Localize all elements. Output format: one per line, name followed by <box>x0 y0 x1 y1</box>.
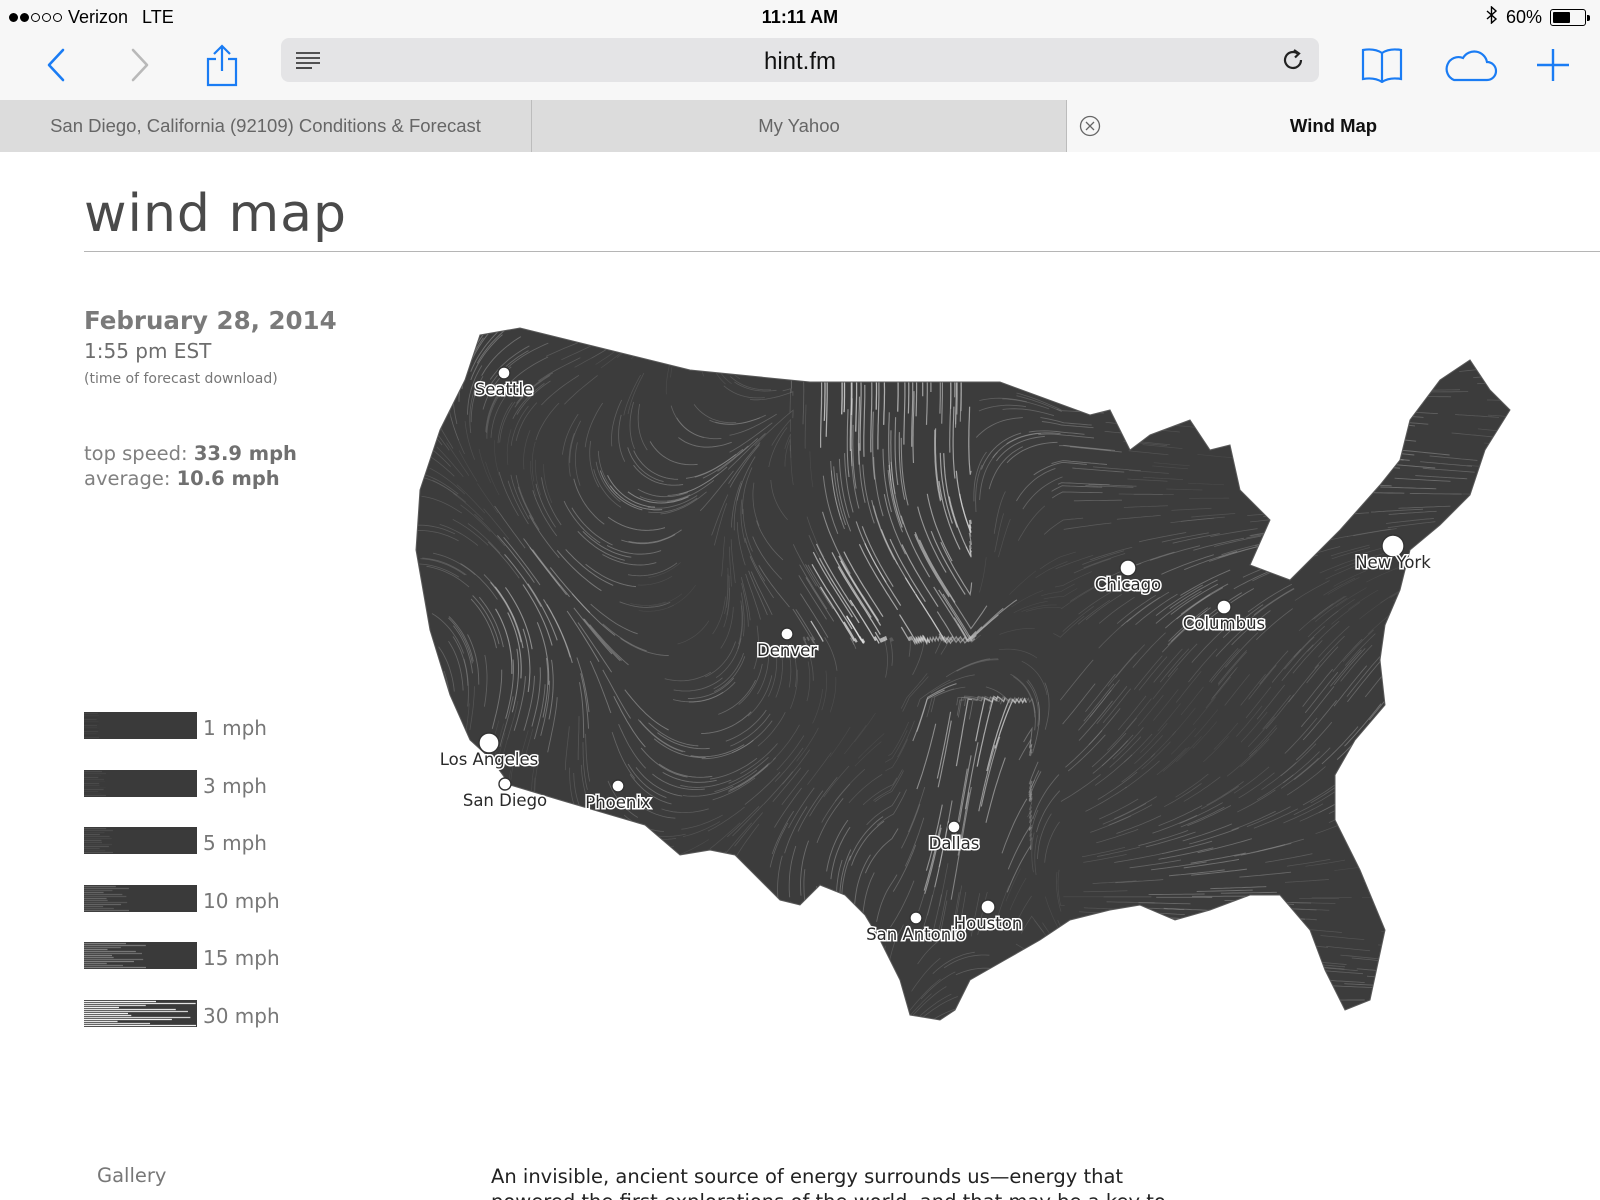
city-label: Dallas <box>929 834 980 853</box>
legend-label: 30 mph <box>203 1003 280 1028</box>
city-label: Chicago <box>1095 575 1161 594</box>
city-label: Seattle <box>475 380 533 399</box>
tab-my-yahoo[interactable]: My Yahoo <box>532 100 1067 152</box>
legend-row: 3 mph <box>84 769 324 800</box>
close-tab-icon[interactable] <box>1079 115 1101 142</box>
forecast-info: February 28, 2014 1:55 pm EST (time of f… <box>84 306 338 387</box>
legend-swatch <box>84 884 197 912</box>
legend-label: 10 mph <box>203 888 280 913</box>
browser-toolbar: hint.fm <box>0 34 1600 100</box>
city-dot <box>980 899 996 915</box>
tab-label: My Yahoo <box>758 115 840 136</box>
tab-label: San Diego, California (92109) Conditions… <box>50 115 481 136</box>
status-time: 11:11 AM <box>761 7 839 27</box>
legend-label: 1 mph <box>203 716 267 740</box>
city-label: San Diego <box>463 791 547 810</box>
legend-row: 10 mph <box>84 884 324 915</box>
city-label: New York <box>1355 553 1431 572</box>
city-dot <box>1119 559 1137 577</box>
legend-row: 15 mph <box>84 942 324 972</box>
status-bar: Verizon LTE 11:11 AM 60% <box>0 0 1600 34</box>
forecast-time-note: (time of forecast download) <box>84 371 278 387</box>
intro-paragraph: An invisible, ancient source of energy s… <box>491 1165 1166 1200</box>
city-label: Los Angeles <box>440 750 539 769</box>
tab-label: Wind Map <box>1289 115 1378 136</box>
legend-label: 3 mph <box>203 773 267 798</box>
legend-label: 5 mph <box>203 831 267 855</box>
city-label: Columbus <box>1183 614 1265 633</box>
wind-map: Seattle Chicago New York Columbus Denver Los … <box>410 320 1520 1040</box>
wind-streak <box>1148 893 1205 896</box>
average-speed-label: average: <box>84 467 171 490</box>
forecast-time: 1:55 pm EST <box>84 339 212 363</box>
city-label: San Antonio <box>866 925 966 944</box>
tab-san-diego-forecast[interactable]: San Diego, California (92109) Conditions… <box>0 100 532 152</box>
new-tab-button[interactable] <box>1534 34 1572 100</box>
cloud-tabs-button[interactable] <box>1442 34 1498 100</box>
city-label: Houston <box>954 914 1023 933</box>
bookmarks-icon <box>1361 47 1403 88</box>
forecast-date: February 28, 2014 <box>84 306 337 335</box>
legend-row: 5 mph <box>84 827 324 857</box>
city-dot <box>780 627 794 641</box>
title-divider <box>84 251 1600 252</box>
share-button[interactable] <box>202 34 242 100</box>
legend-row: 30 mph <box>84 999 324 1030</box>
city-dot <box>498 777 512 791</box>
city-dot <box>1216 599 1232 615</box>
gallery-link[interactable]: Gallery <box>97 1164 166 1187</box>
city-label: Phoenix <box>585 793 651 812</box>
legend-swatch <box>84 942 197 969</box>
address-bar[interactable]: hint.fm <box>281 38 1319 82</box>
status-right: 60% <box>1486 5 1590 29</box>
reload-icon[interactable] <box>1281 48 1305 77</box>
legend-swatch <box>84 712 197 739</box>
cloud-tabs-icon <box>1442 48 1498 87</box>
top-speed-label: top speed: <box>84 442 188 465</box>
legend-swatch <box>84 769 197 797</box>
city-label: Denver <box>757 641 817 660</box>
legend-label: 15 mph <box>203 946 280 970</box>
top-speed-row: top speed: 33.9 mph <box>84 441 297 466</box>
forward-icon <box>130 48 150 87</box>
url-text: hint.fm <box>763 48 837 75</box>
legend-swatch <box>84 999 197 1027</box>
city-dot <box>497 366 511 380</box>
battery-icon <box>1550 9 1590 26</box>
tab-wind-map[interactable]: Wind Map <box>1067 100 1600 152</box>
average-speed-row: average: 10.6 mph <box>84 466 297 491</box>
city-dot <box>909 911 923 925</box>
legend-swatch <box>84 827 197 854</box>
legend-row: 1 mph <box>84 712 324 742</box>
bookmarks-button[interactable] <box>1360 34 1404 100</box>
back-icon <box>46 48 66 87</box>
new-tab-icon <box>1536 48 1570 87</box>
battery-percent: 60% <box>1505 7 1542 27</box>
share-icon <box>205 43 239 92</box>
forward-button[interactable] <box>120 34 160 100</box>
bluetooth-icon <box>1486 5 1498 29</box>
city-dot <box>947 820 961 834</box>
page-title: wind map <box>84 184 347 244</box>
top-speed-value: 33.9 mph <box>193 442 297 465</box>
tab-bar: San Diego, California (92109) Conditions… <box>0 100 1600 152</box>
wind-stats: top speed: 33.9 mph average: 10.6 mph <box>84 441 297 491</box>
back-button[interactable] <box>36 34 76 100</box>
city-dot <box>611 779 625 793</box>
average-speed-value: 10.6 mph <box>176 467 280 490</box>
